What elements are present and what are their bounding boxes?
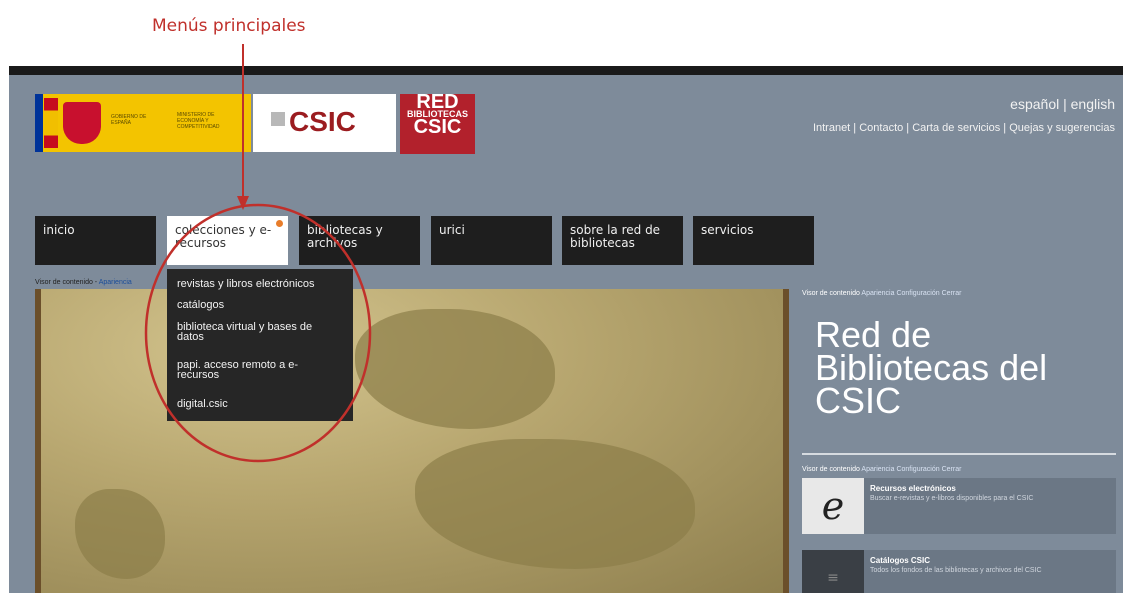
red-bibliotecas-logo[interactable]: RED BIBLIOTECAS CSIC <box>400 91 475 154</box>
red-logo-line3: CSIC <box>413 116 462 138</box>
panel-apariencia-link[interactable]: Apariencia <box>861 290 894 297</box>
map-land-north <box>355 309 555 429</box>
csic-logo-text: CSIC <box>289 106 356 137</box>
panel2-apariencia-link[interactable]: Apariencia <box>861 466 894 473</box>
panel2-config-link[interactable]: Configuración <box>896 466 939 473</box>
nav-urici[interactable]: urici <box>431 216 552 265</box>
panel-links-top: Visor de contenido Apariencia Configurac… <box>802 290 961 297</box>
map-land-east <box>415 439 695 569</box>
resource-item-recursos[interactable]: e Recursos electrónicos Buscar e-revista… <box>802 478 1116 534</box>
nav-colecciones-label: colecciones y e-recursos <box>175 223 272 250</box>
top-bar <box>9 66 1123 75</box>
hero-map-image <box>35 289 789 593</box>
annotation-title: Menús principales <box>152 16 306 36</box>
site-title: Red de Bibliotecas del CSIC <box>815 314 1048 421</box>
dropdown-item-revistas[interactable]: revistas y libros electrónicos <box>177 279 347 290</box>
nav-inicio[interactable]: inicio <box>35 216 156 265</box>
panel2-cerrar-link[interactable]: Cerrar <box>942 466 962 473</box>
breadcrumb: Visor de contenido - Apariencia <box>35 279 132 286</box>
map-frame-right <box>783 289 789 593</box>
panel-divider <box>802 453 1116 455</box>
nav-sobre-la-red[interactable]: sobre la red de bibliotecas <box>562 216 683 265</box>
resource-desc: Buscar e-revistas y e-libros disponibles… <box>870 495 1034 502</box>
csic-logo[interactable]: CSIC <box>253 94 396 152</box>
breadcrumb-link[interactable]: Apariencia <box>99 279 132 286</box>
dropdown-item-biblioteca-virtual[interactable]: biblioteca virtual y bases de datos <box>177 322 342 343</box>
dropdown-menu: revistas y libros electrónicos catálogos… <box>167 269 353 421</box>
eu-flag-icon <box>35 94 43 152</box>
e-resource-icon: e <box>802 478 864 534</box>
resource-desc: Todos los fondos de las bibliotecas y ar… <box>870 567 1042 574</box>
dropdown-item-digital-csic[interactable]: digital.csic <box>177 399 347 410</box>
panel-cerrar-link[interactable]: Cerrar <box>942 290 962 297</box>
csic-mark-icon <box>271 112 285 126</box>
resource-item-catalogos[interactable]: ≡ Catálogos CSIC Todos los fondos de las… <box>802 550 1116 593</box>
panel-links-bottom: Visor de contenido Apariencia Configurac… <box>802 466 961 473</box>
panel-visor-link[interactable]: Visor de contenido <box>802 290 860 297</box>
gobierno-label: GOBIERNO DE ESPAÑA <box>111 114 147 126</box>
language-switch[interactable]: español | english <box>1010 96 1115 112</box>
site-frame: GOBIERNO DE ESPAÑA MINISTERIO DE ECONOMÍ… <box>9 66 1123 593</box>
top-links[interactable]: Intranet | Contacto | Carta de servicios… <box>813 122 1115 134</box>
dropdown-item-catalogos[interactable]: catálogos <box>177 300 347 311</box>
nav-servicios[interactable]: servicios <box>693 216 814 265</box>
ministerio-label: MINISTERIO DE ECONOMÍA Y COMPETITIVIDAD <box>177 112 220 130</box>
dropdown-item-papi[interactable]: papi. acceso remoto a e-recursos <box>177 360 317 381</box>
breadcrumb-text: Visor de contenido - <box>35 279 99 286</box>
panel2-visor-link[interactable]: Visor de contenido <box>802 466 860 473</box>
resource-title: Catálogos CSIC <box>870 556 931 565</box>
nav-bibliotecas[interactable]: bibliotecas y archivos <box>299 216 420 265</box>
map-frame-left <box>35 289 41 593</box>
catalog-icon: ≡ <box>802 550 864 593</box>
spain-flag-icon <box>44 98 58 148</box>
gobierno-logo[interactable]: GOBIERNO DE ESPAÑA MINISTERIO DE ECONOMÍ… <box>35 94 251 152</box>
red-logo-line1: RED <box>416 91 459 113</box>
resource-title: Recursos electrónicos <box>870 484 956 493</box>
panel-config-link[interactable]: Configuración <box>896 290 939 297</box>
nav-colecciones[interactable]: colecciones y e-recursos <box>167 216 288 265</box>
coat-of-arms-icon <box>63 102 101 144</box>
active-dot-icon <box>276 220 283 227</box>
map-land-west <box>75 489 165 579</box>
